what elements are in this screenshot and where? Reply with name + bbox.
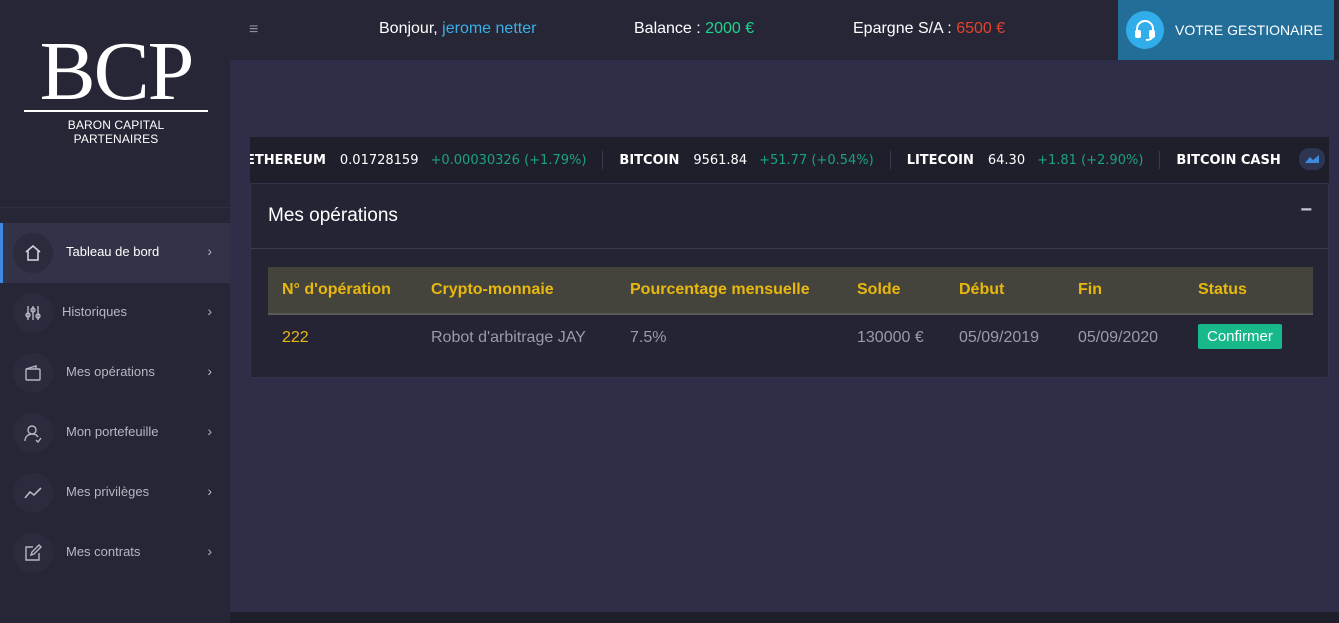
ticker-change: +0.00030326 (+1.79%)	[430, 152, 587, 168]
trend-icon	[13, 473, 53, 513]
gestionnaire-label: VOTRE GESTIONAIRE	[1175, 22, 1323, 38]
ticker-name: ETHEREUM	[250, 152, 326, 168]
user-name[interactable]: jerome netter	[442, 20, 536, 37]
epargne: Epargne S/A : 6500 €	[853, 20, 1005, 38]
column-header[interactable]: Début	[959, 281, 1004, 299]
votre-gestionnaire-button[interactable]: VOTRE GESTIONAIRE	[1118, 0, 1334, 60]
debut-cell: 05/09/2019	[959, 329, 1040, 346]
sidebar-item-label: Mes contrats	[66, 544, 141, 559]
sidebar-item-tableau-de-bord[interactable]: Tableau de bord ›	[0, 223, 230, 283]
logo-divider	[24, 110, 208, 112]
crypto-cell: Robot d'arbitrage JAY	[431, 329, 586, 346]
epargne-label: Epargne S/A :	[853, 20, 952, 37]
sidebar-item-mes-operations[interactable]: Mes opérations ›	[0, 343, 230, 403]
ticker-item[interactable]: BITCOIN 9561.84 +51.77 (+0.54%)	[603, 151, 891, 169]
home-icon	[13, 233, 53, 273]
column-header[interactable]: Solde	[857, 281, 901, 299]
sidebar-menu: Tableau de bord › Historiques › Mes opér…	[0, 223, 230, 583]
sidebar-item-mes-contrats[interactable]: Mes contrats ›	[0, 523, 230, 583]
sliders-icon	[13, 293, 53, 333]
ticker-name: BITCOIN CASH	[1176, 152, 1281, 168]
sidebar-item-label: Mes opérations	[66, 364, 155, 379]
collapse-icon[interactable]: −	[1300, 199, 1312, 222]
column-header[interactable]: N° d'opération	[282, 281, 391, 299]
column-header[interactable]: Status	[1198, 281, 1247, 299]
top-bar: ≡ Bonjour, jerome netter Balance : 2000 …	[230, 0, 1339, 60]
balance-label: Balance :	[634, 20, 701, 37]
sidebar-item-label: Mes privilèges	[66, 484, 150, 499]
crypto-ticker: ETHEREUM 0.01728159 +0.00030326 (+1.79%)…	[250, 137, 1329, 183]
percent-cell: 7.5%	[630, 329, 667, 346]
ticker-change: +51.77 (+0.54%)	[759, 152, 874, 168]
sidebar-item-mon-portefeuille[interactable]: Mon portefeuille ›	[0, 403, 230, 463]
balance-value: 2000 €	[705, 20, 755, 37]
sidebar-item-label: Mon portefeuille	[66, 424, 159, 439]
ticker-price: 64.30	[987, 152, 1026, 168]
ticker-item[interactable]: ETHEREUM 0.01728159 +0.00030326 (+1.79%)	[250, 151, 604, 169]
column-header[interactable]: Fin	[1078, 281, 1102, 299]
tradingview-logo-icon[interactable]	[1299, 148, 1325, 170]
operations-table: N° d'opération Crypto-monnaie Pourcentag…	[268, 267, 1313, 361]
ticker-item[interactable]: BITCOIN CASH	[1160, 151, 1310, 169]
panel-title: Mes opérations	[268, 205, 398, 226]
user-icon	[13, 413, 53, 453]
table-row: 222 Robot d'arbitrage JAY 7.5% 130000 € …	[268, 315, 1313, 361]
sidebar-item-label: Historiques	[62, 304, 128, 319]
sidebar: BCP BARON CAPITAL PARTENAIRES Tableau de…	[0, 0, 230, 623]
solde-cell: 130000 €	[857, 329, 924, 346]
column-header[interactable]: Pourcentage mensuelle	[630, 281, 810, 299]
ticker-price: 9561.84	[693, 152, 748, 168]
logo-letters: BCP	[39, 25, 195, 118]
operations-panel: Mes opérations − N° d'opération Crypto-m…	[250, 183, 1329, 378]
sidebar-item-label: Tableau de bord	[66, 244, 160, 259]
logo-subtitle: BARON CAPITAL PARTENAIRES	[67, 118, 165, 146]
hamburger-menu-icon[interactable]: ≡	[249, 21, 258, 39]
greeting: Bonjour, jerome netter	[379, 20, 536, 38]
ticker-change: +1.81 (+2.90%)	[1037, 152, 1144, 168]
chevron-right-icon: ›	[207, 303, 212, 319]
fin-cell: 05/09/2020	[1078, 329, 1159, 346]
chevron-right-icon: ›	[207, 363, 212, 379]
sidebar-item-mes-privileges[interactable]: Mes privilèges ›	[0, 463, 230, 523]
sidebar-item-historiques[interactable]: Historiques ›	[0, 283, 230, 343]
ticker-name: LITECOIN	[906, 152, 974, 168]
greeting-label: Bonjour,	[379, 20, 438, 37]
chevron-right-icon: ›	[207, 543, 212, 559]
logo[interactable]: BCP BARON CAPITAL PARTENAIRES	[0, 0, 230, 208]
ticker-track: ETHEREUM 0.01728159 +0.00030326 (+1.79%)…	[250, 137, 1311, 183]
chevron-right-icon: ›	[207, 483, 212, 499]
chevron-right-icon: ›	[207, 243, 212, 259]
column-header[interactable]: Crypto-monnaie	[431, 281, 554, 299]
chevron-right-icon: ›	[207, 423, 212, 439]
panel-header: Mes opérations −	[251, 184, 1328, 249]
balance: Balance : 2000 €	[634, 20, 754, 38]
table-header: N° d'opération Crypto-monnaie Pourcentag…	[268, 267, 1313, 315]
operation-id[interactable]: 222	[282, 329, 309, 347]
ticker-item[interactable]: LITECOIN 64.30 +1.81 (+2.90%)	[891, 151, 1161, 169]
epargne-value: 6500 €	[956, 20, 1006, 37]
ticker-price: 0.01728159	[339, 152, 419, 168]
edit-icon	[13, 533, 53, 573]
confirm-button[interactable]: Confirmer	[1198, 324, 1282, 349]
wallet-icon	[13, 353, 53, 393]
ticker-name: BITCOIN	[619, 152, 680, 168]
bottom-bar	[230, 612, 1339, 623]
headset-icon	[1126, 11, 1164, 49]
